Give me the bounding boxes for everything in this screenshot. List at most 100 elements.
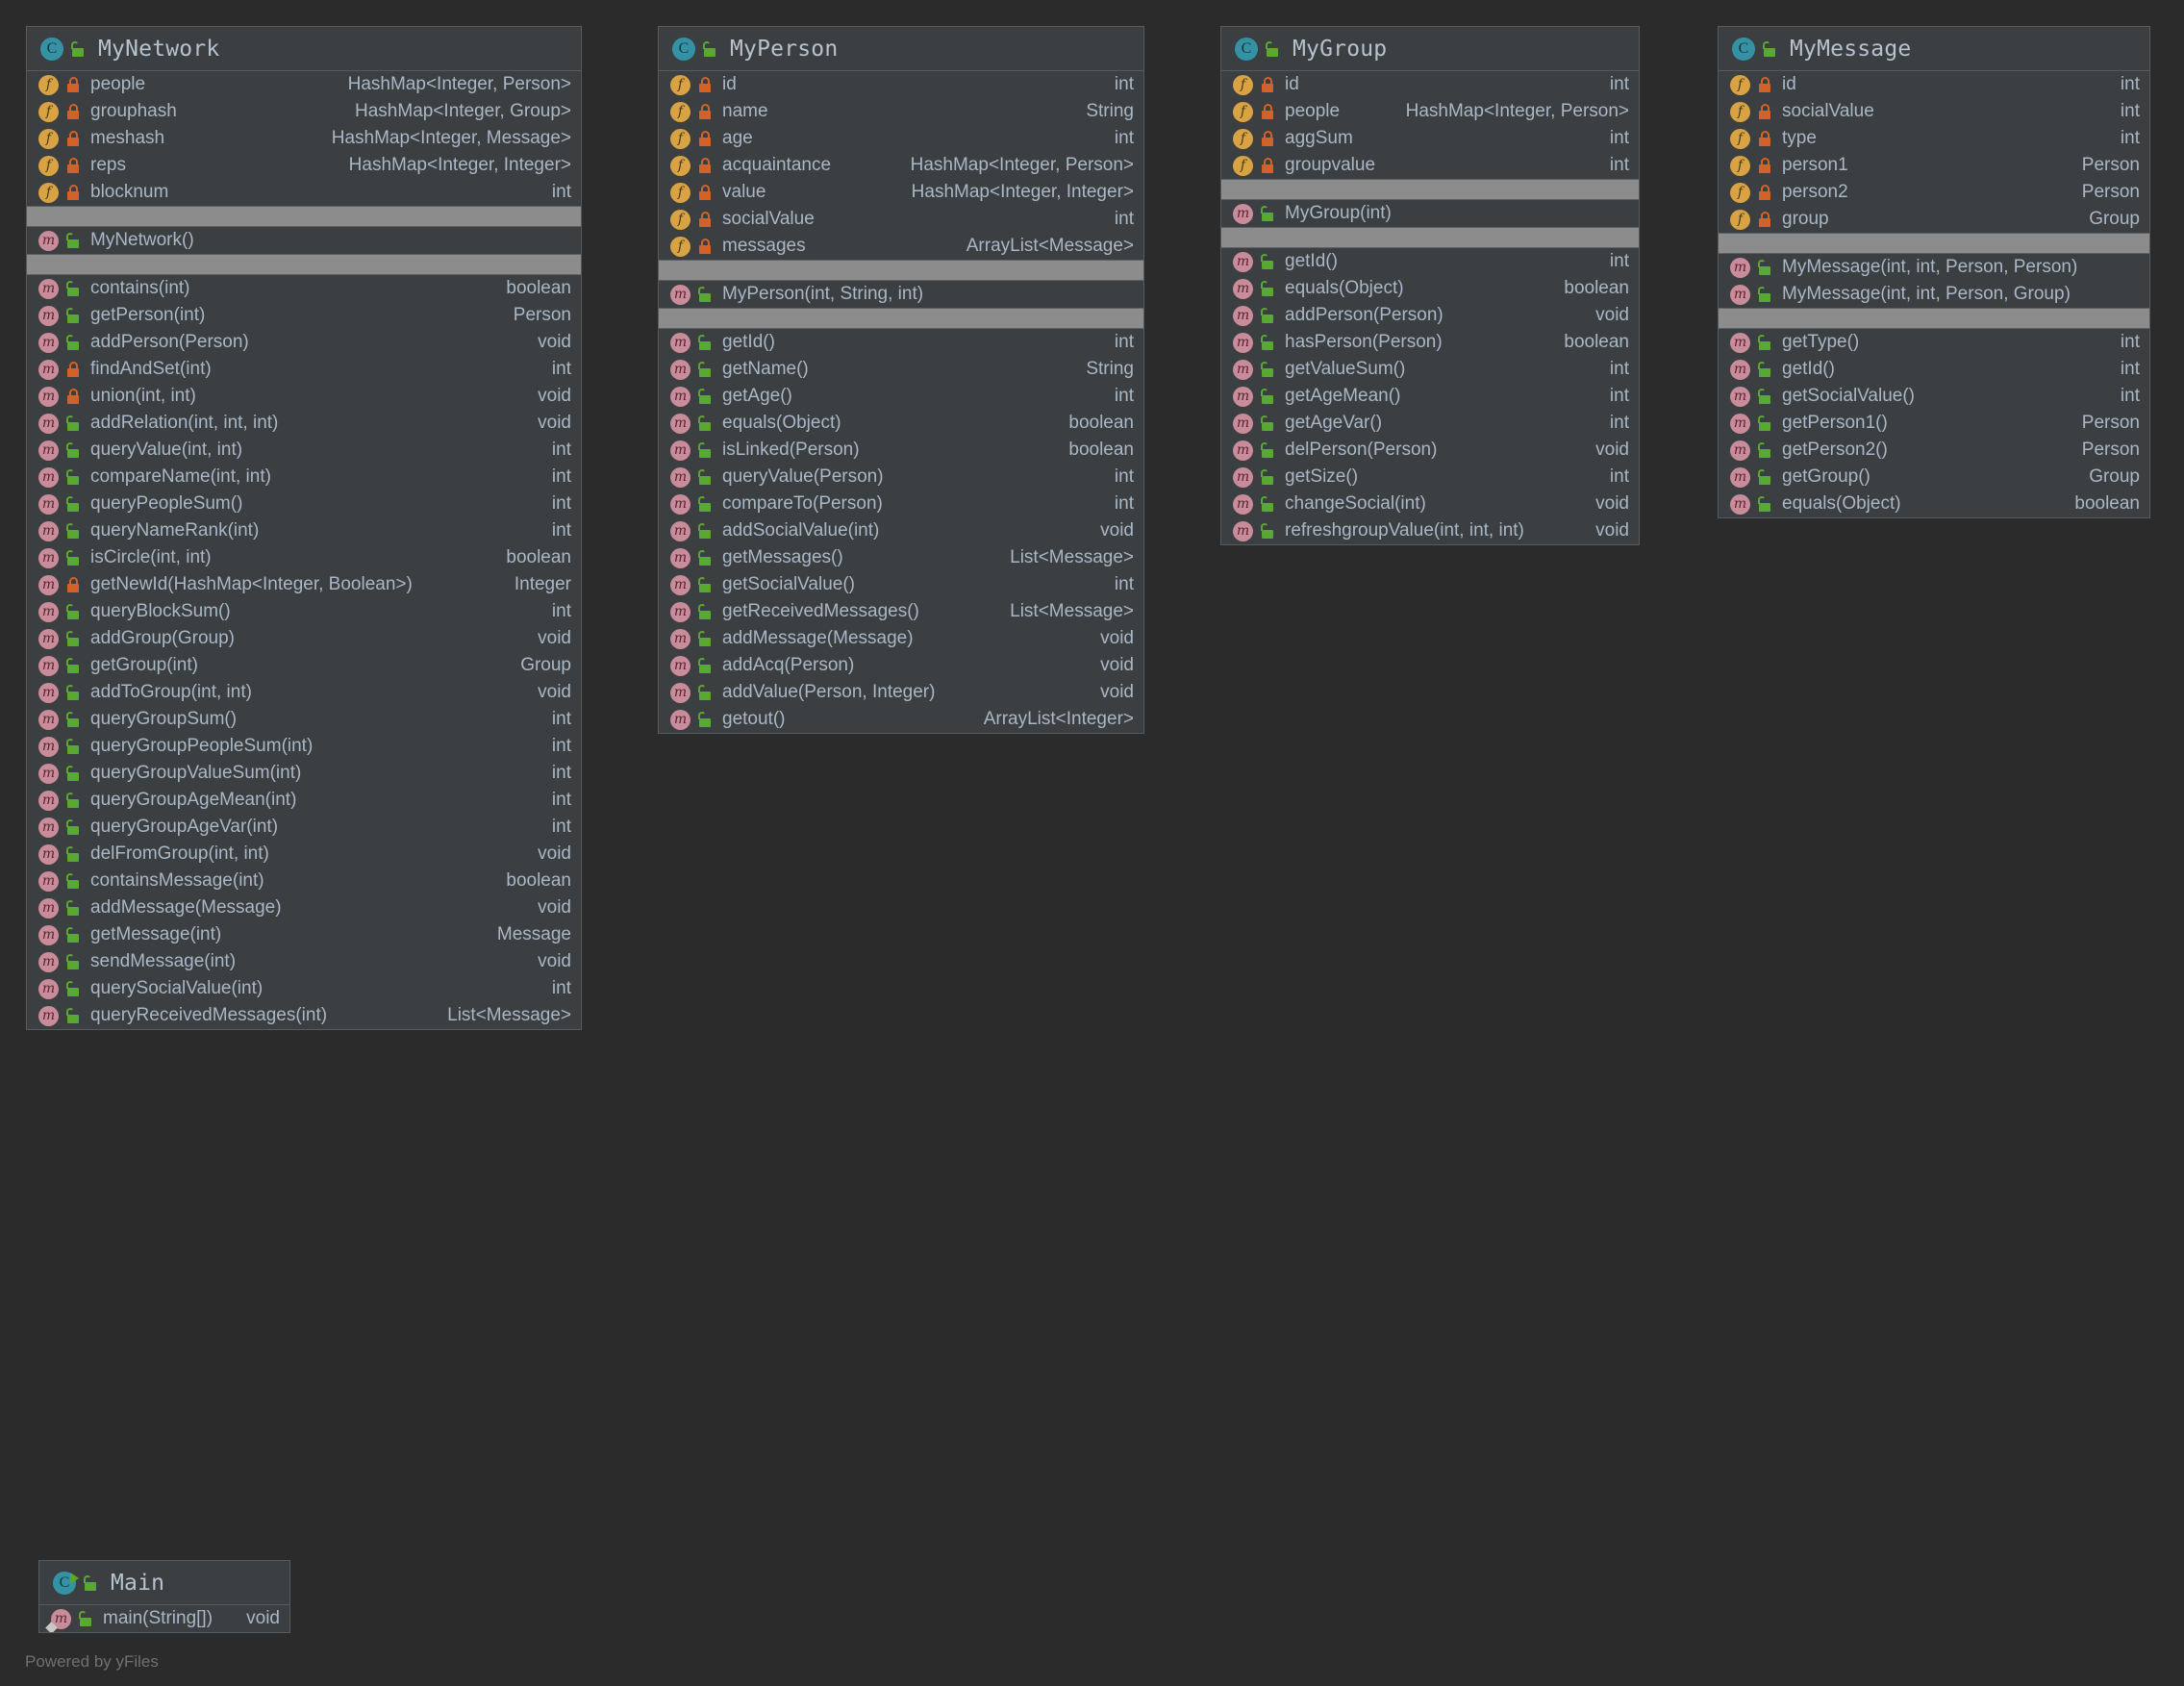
method-row[interactable]: m containsMessage(int) boolean <box>27 868 581 894</box>
method-row[interactable]: m getSocialValue() int <box>659 571 1143 598</box>
method-row[interactable]: m contains(int) boolean <box>27 275 581 302</box>
field-row[interactable]: f reps HashMap<Integer, Integer> <box>27 152 581 179</box>
field-row[interactable]: f messages ArrayList<Message> <box>659 233 1143 260</box>
method-row[interactable]: m querySocialValue(int) int <box>27 975 581 1002</box>
field-row[interactable]: f age int <box>659 125 1143 152</box>
method-row[interactable]: m queryReceivedMessages(int) List<Message> <box>27 1002 581 1029</box>
field-row[interactable]: f grouphash HashMap<Integer, Group> <box>27 98 581 125</box>
method-row[interactable]: m addAcq(Person) void <box>659 652 1143 679</box>
method-row[interactable]: m getNewId(HashMap<Integer, Boolean>) Inte… <box>27 571 581 598</box>
method-row[interactable]: m addGroup(Group) void <box>27 625 581 652</box>
method-row[interactable]: m getPerson(int) Person <box>27 302 581 329</box>
method-row[interactable]: m MyMessage(int, int, Person, Group) <box>1719 281 2149 308</box>
method-row[interactable]: m addPerson(Person) void <box>1221 302 1639 329</box>
method-row[interactable]: m getout() ArrayList<Integer> <box>659 706 1143 733</box>
method-row[interactable]: m getName() String <box>659 356 1143 383</box>
method-row[interactable]: m addMessage(Message) void <box>659 625 1143 652</box>
method-row[interactable]: m addSocialValue(int) void <box>659 517 1143 544</box>
method-row[interactable]: m isLinked(Person) boolean <box>659 437 1143 464</box>
field-row[interactable]: f id int <box>659 71 1143 98</box>
method-row[interactable]: m getReceivedMessages() List<Message> <box>659 598 1143 625</box>
method-row[interactable]: m queryGroupValueSum(int) int <box>27 760 581 787</box>
field-row[interactable]: f type int <box>1719 125 2149 152</box>
field-row[interactable]: f aggSum int <box>1221 125 1639 152</box>
method-row[interactable]: m delPerson(Person) void <box>1221 437 1639 464</box>
field-row[interactable]: f socialValue int <box>659 206 1143 233</box>
field-row[interactable]: f groupvalue int <box>1221 152 1639 179</box>
method-row[interactable]: m sendMessage(int) void <box>27 948 581 975</box>
class-header[interactable]: C MyPerson <box>659 27 1143 71</box>
method-row[interactable]: m queryGroupSum() int <box>27 706 581 733</box>
uml-class-card[interactable]: C MyPerson f id int f name String f age int f acquai… <box>658 26 1144 734</box>
method-row[interactable]: m refreshgroupValue(int, int, int) void <box>1221 517 1639 544</box>
class-header[interactable]: C Main <box>39 1561 289 1605</box>
method-row[interactable]: m getId() int <box>1719 356 2149 383</box>
method-row[interactable]: m getGroup(int) Group <box>27 652 581 679</box>
method-row[interactable]: m getId() int <box>659 329 1143 356</box>
uml-class-card[interactable]: C Main m main(String[]) void <box>38 1560 290 1633</box>
field-row[interactable]: f socialValue int <box>1719 98 2149 125</box>
method-row[interactable]: m compareName(int, int) int <box>27 464 581 491</box>
field-row[interactable]: f value HashMap<Integer, Integer> <box>659 179 1143 206</box>
method-row[interactable]: m findAndSet(int) int <box>27 356 581 383</box>
method-row[interactable]: m main(String[]) void <box>39 1605 289 1632</box>
class-header[interactable]: C MyMessage <box>1719 27 2149 71</box>
method-icon: m <box>38 466 59 488</box>
method-row[interactable]: m queryNameRank(int) int <box>27 517 581 544</box>
method-row[interactable]: m addToGroup(int, int) void <box>27 679 581 706</box>
method-row[interactable]: m MyGroup(int) <box>1221 200 1639 227</box>
field-row[interactable]: f people HashMap<Integer, Person> <box>27 71 581 98</box>
method-row[interactable]: m queryValue(Person) int <box>659 464 1143 491</box>
method-row[interactable]: m addPerson(Person) void <box>27 329 581 356</box>
method-row[interactable]: m queryBlockSum() int <box>27 598 581 625</box>
method-row[interactable]: m addValue(Person, Integer) void <box>659 679 1143 706</box>
field-row[interactable]: f id int <box>1719 71 2149 98</box>
class-header[interactable]: C MyNetwork <box>27 27 581 71</box>
method-row[interactable]: m getAge() int <box>659 383 1143 410</box>
class-header[interactable]: C MyGroup <box>1221 27 1639 71</box>
field-row[interactable]: f acquaintance HashMap<Integer, Person> <box>659 152 1143 179</box>
method-row[interactable]: m compareTo(Person) int <box>659 491 1143 517</box>
method-row[interactable]: m changeSocial(int) void <box>1221 491 1639 517</box>
method-row[interactable]: m getId() int <box>1221 248 1639 275</box>
field-row[interactable]: f person2 Person <box>1719 179 2149 206</box>
method-row[interactable]: m hasPerson(Person) boolean <box>1221 329 1639 356</box>
field-row[interactable]: f meshash HashMap<Integer, Message> <box>27 125 581 152</box>
method-row[interactable]: m union(int, int) void <box>27 383 581 410</box>
method-row[interactable]: m getAgeVar() int <box>1221 410 1639 437</box>
method-row[interactable]: m equals(Object) boolean <box>659 410 1143 437</box>
method-row[interactable]: m MyPerson(int, String, int) <box>659 281 1143 308</box>
method-row[interactable]: m addRelation(int, int, int) void <box>27 410 581 437</box>
method-row[interactable]: m getValueSum() int <box>1221 356 1639 383</box>
method-row[interactable]: m getSize() int <box>1221 464 1639 491</box>
method-row[interactable]: m getPerson2() Person <box>1719 437 2149 464</box>
method-row[interactable]: m getMessage(int) Message <box>27 921 581 948</box>
uml-class-card[interactable]: C MyGroup f id int f people HashMap<Integer, Pe… <box>1220 26 1640 545</box>
uml-class-card[interactable]: C MyNetwork f people HashMap<Integer, Person… <box>26 26 582 1030</box>
method-row[interactable]: m isCircle(int, int) boolean <box>27 544 581 571</box>
method-row[interactable]: m getType() int <box>1719 329 2149 356</box>
method-row[interactable]: m queryPeopleSum() int <box>27 491 581 517</box>
field-row[interactable]: f group Group <box>1719 206 2149 233</box>
field-row[interactable]: f name String <box>659 98 1143 125</box>
method-row[interactable]: m getSocialValue() int <box>1719 383 2149 410</box>
method-row[interactable]: m queryGroupPeopleSum(int) int <box>27 733 581 760</box>
method-row[interactable]: m addMessage(Message) void <box>27 894 581 921</box>
method-row[interactable]: m delFromGroup(int, int) void <box>27 841 581 868</box>
method-row[interactable]: m equals(Object) boolean <box>1221 275 1639 302</box>
uml-class-card[interactable]: C MyMessage f id int f socialValue int f type int f… <box>1718 26 2150 518</box>
field-row[interactable]: f blocknum int <box>27 179 581 206</box>
field-row[interactable]: f id int <box>1221 71 1639 98</box>
method-row[interactable]: m getGroup() Group <box>1719 464 2149 491</box>
method-row[interactable]: m getAgeMean() int <box>1221 383 1639 410</box>
method-row[interactable]: m queryGroupAgeVar(int) int <box>27 814 581 841</box>
method-row[interactable]: m queryGroupAgeMean(int) int <box>27 787 581 814</box>
field-row[interactable]: f person1 Person <box>1719 152 2149 179</box>
method-row[interactable]: m queryValue(int, int) int <box>27 437 581 464</box>
field-row[interactable]: f people HashMap<Integer, Person> <box>1221 98 1639 125</box>
method-row[interactable]: m getPerson1() Person <box>1719 410 2149 437</box>
method-row[interactable]: m MyMessage(int, int, Person, Person) <box>1719 254 2149 281</box>
method-row[interactable]: m equals(Object) boolean <box>1719 491 2149 517</box>
method-row[interactable]: m getMessages() List<Message> <box>659 544 1143 571</box>
method-row[interactable]: m MyNetwork() <box>27 227 581 254</box>
